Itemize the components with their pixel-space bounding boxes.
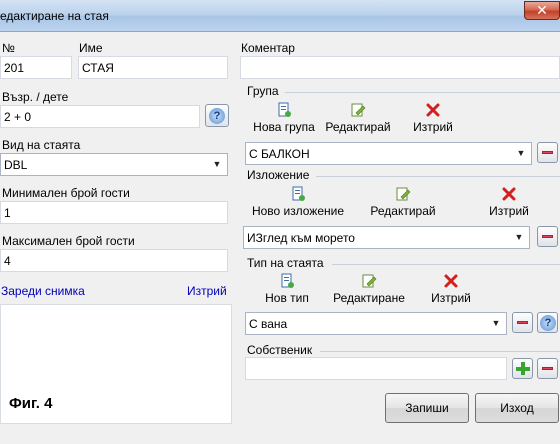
room-kind-divider xyxy=(332,264,560,265)
room-kind-remove-button[interactable] xyxy=(512,312,533,333)
delete-icon xyxy=(426,103,440,117)
edit-group-label: Редактирай xyxy=(325,120,391,134)
group-remove-button[interactable] xyxy=(537,142,558,163)
new-group-button[interactable]: Нова група xyxy=(249,102,319,134)
view-remove-button[interactable] xyxy=(537,226,558,247)
delete-view-button[interactable]: Изтрий xyxy=(484,186,534,218)
max-guests-label: Максимален брой гости xyxy=(2,234,135,248)
load-photo-link[interactable]: Зареди снимка xyxy=(1,284,85,298)
minus-icon xyxy=(542,235,553,238)
owner-add-button[interactable] xyxy=(512,358,533,379)
edit-icon xyxy=(396,187,411,201)
edit-room-kind-button[interactable]: Редактиране xyxy=(329,273,409,305)
edit-view-button[interactable]: Редактирай xyxy=(365,186,441,218)
new-icon xyxy=(281,273,294,288)
delete-group-label: Изтрий xyxy=(413,120,453,134)
close-button[interactable]: ✕ xyxy=(524,1,560,20)
room-kind-help-button[interactable]: ? xyxy=(537,312,558,333)
view-select[interactable]: ИЗглед към морето ▼ xyxy=(243,226,530,249)
dropdown-arrow-icon: ▼ xyxy=(514,232,524,242)
number-field[interactable]: 201 xyxy=(0,56,72,79)
group-select[interactable]: С БАЛКОН ▼ xyxy=(245,142,532,165)
name-field[interactable]: СТАЯ xyxy=(78,56,228,79)
dropdown-arrow-icon: ▼ xyxy=(516,148,526,158)
edit-icon xyxy=(351,103,366,117)
age-label: Възр. / дете xyxy=(2,90,69,104)
edit-view-label: Редактирай xyxy=(370,204,436,218)
save-button[interactable]: Запиши xyxy=(385,393,469,423)
minus-icon xyxy=(542,367,553,370)
delete-room-kind-label: Изтрий xyxy=(431,291,471,305)
owner-label: Собственик xyxy=(247,343,313,357)
max-guests-field[interactable]: 4 xyxy=(0,249,228,272)
delete-icon xyxy=(502,187,516,201)
delete-group-button[interactable]: Изтрий xyxy=(408,102,458,134)
window-title: едактиране на стая xyxy=(0,9,109,23)
group-label: Група xyxy=(247,84,279,98)
comment-label: Коментар xyxy=(241,41,295,55)
minus-icon xyxy=(542,151,553,154)
room-type-label: Вид на стаята xyxy=(2,138,81,152)
delete-photo-link[interactable]: Изтрий xyxy=(187,284,227,298)
new-icon xyxy=(292,186,305,201)
min-guests-field[interactable]: 1 xyxy=(0,201,228,224)
new-room-kind-button[interactable]: Нов тип xyxy=(259,273,315,305)
minus-icon xyxy=(517,321,528,324)
dropdown-arrow-icon: ▼ xyxy=(212,159,222,169)
new-view-label: Ново изложение xyxy=(251,204,345,218)
delete-icon xyxy=(444,274,458,288)
room-type-value: DBL xyxy=(4,158,28,172)
edit-room-kind-label: Редактиране xyxy=(333,291,405,305)
delete-view-label: Изтрий xyxy=(489,204,529,218)
room-kind-select[interactable]: С вана ▼ xyxy=(245,312,507,335)
help-icon: ? xyxy=(209,108,225,124)
view-value: ИЗглед към морето xyxy=(247,231,355,245)
group-divider xyxy=(285,92,560,93)
age-help-button[interactable]: ? xyxy=(205,104,229,127)
min-guests-label: Минимален брой гости xyxy=(2,186,130,200)
comment-field[interactable] xyxy=(240,56,560,79)
group-value: С БАЛКОН xyxy=(249,147,310,161)
room-type-select[interactable]: DBL ▼ xyxy=(0,153,228,176)
figure-caption: Фиг. 4 xyxy=(9,395,53,412)
room-kind-label: Тип на стаята xyxy=(247,256,324,270)
owner-remove-button[interactable] xyxy=(537,358,558,379)
room-kind-value: С вана xyxy=(249,317,288,331)
owner-divider xyxy=(320,351,560,352)
name-label: Име xyxy=(79,41,103,55)
edit-icon xyxy=(362,274,377,288)
dropdown-arrow-icon: ▼ xyxy=(491,318,501,328)
edit-group-button[interactable]: Редактирай xyxy=(320,102,396,134)
delete-room-kind-button[interactable]: Изтрий xyxy=(426,273,476,305)
owner-field[interactable] xyxy=(245,357,507,380)
new-icon xyxy=(278,102,291,117)
number-label: № xyxy=(2,41,15,55)
exit-button[interactable]: Изход xyxy=(475,393,559,423)
title-bar: едактиране на стая ✕ xyxy=(0,0,560,32)
age-field[interactable]: 2 + 0 xyxy=(0,105,200,128)
new-room-kind-label: Нов тип xyxy=(265,291,309,305)
new-view-button[interactable]: Ново изложение xyxy=(249,186,347,218)
view-divider xyxy=(316,176,560,177)
new-group-label: Нова група xyxy=(253,120,315,134)
view-label: Изложение xyxy=(247,168,310,182)
help-icon: ? xyxy=(540,315,556,331)
